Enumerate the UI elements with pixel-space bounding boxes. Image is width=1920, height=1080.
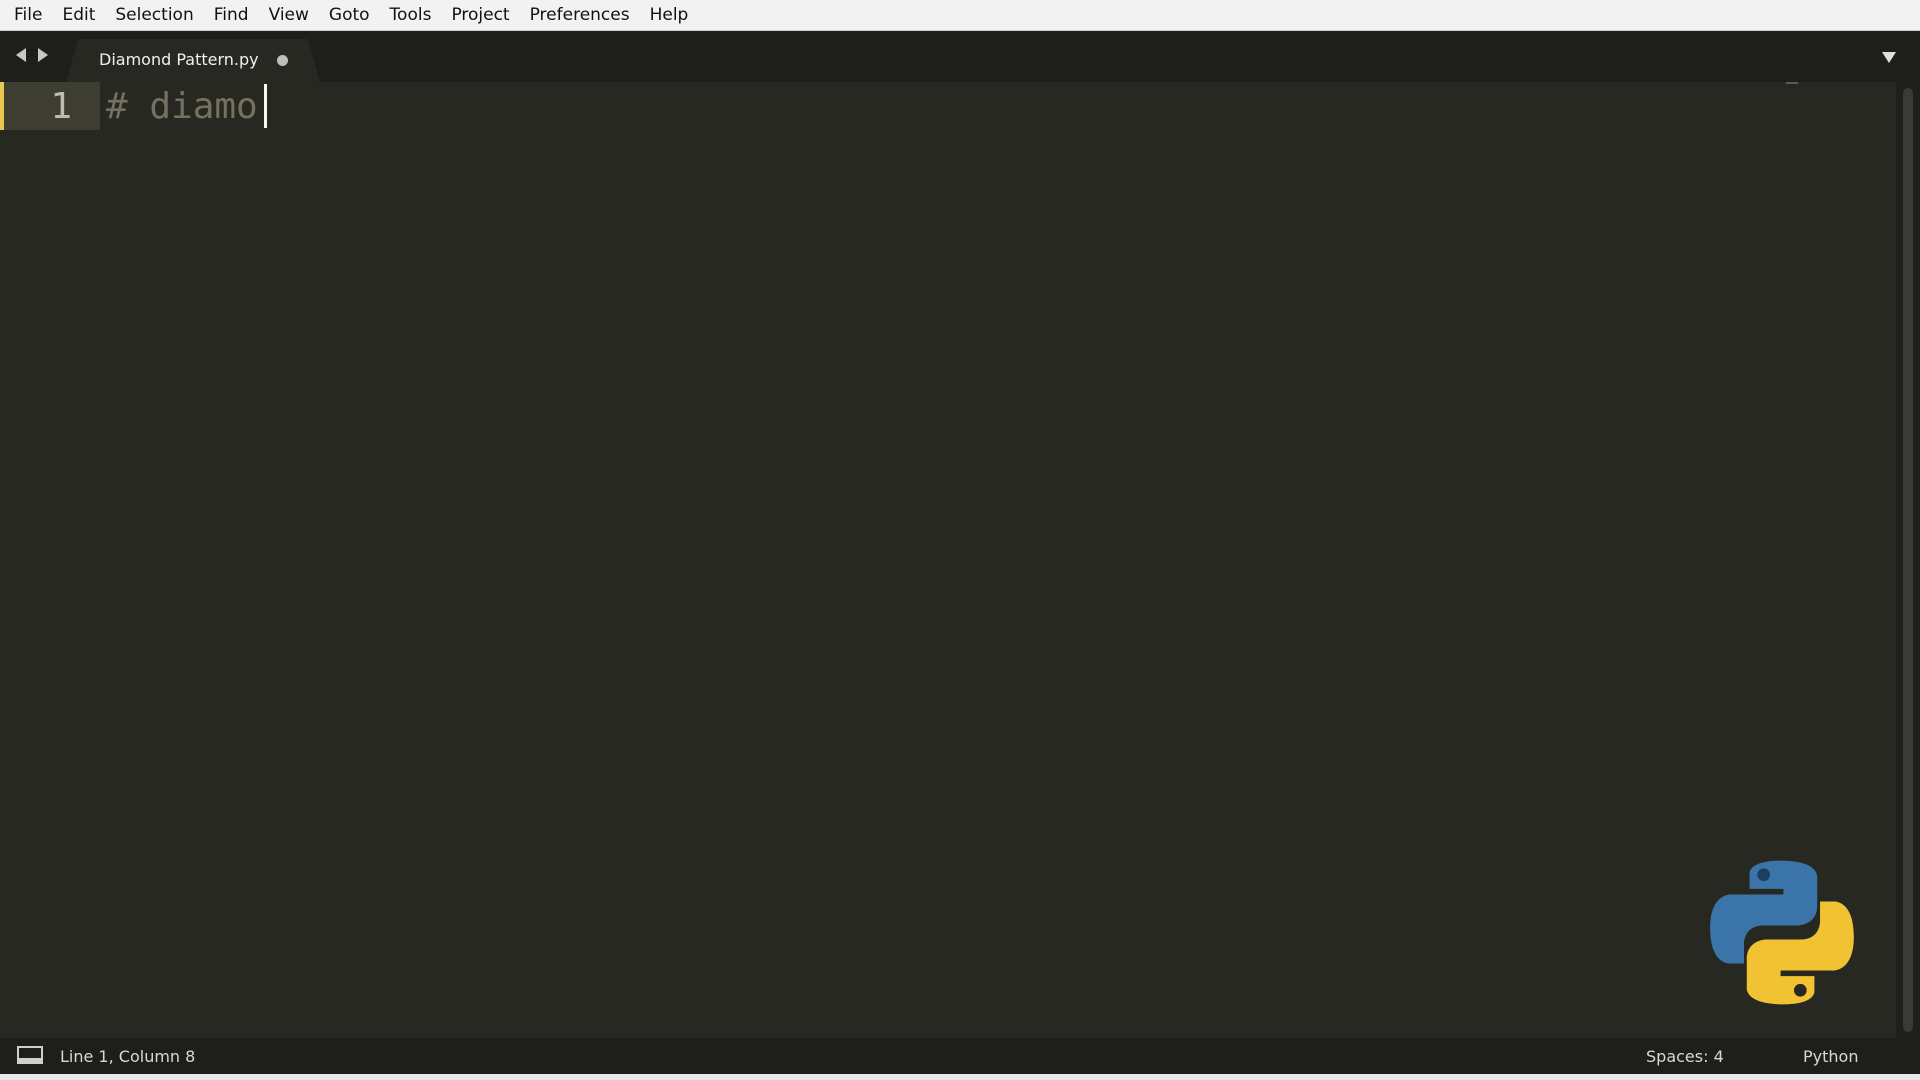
code-editor[interactable]: 1 # diamo bbox=[0, 82, 1896, 1038]
line-number: 1 bbox=[50, 86, 72, 127]
menu-tools[interactable]: Tools bbox=[380, 0, 442, 31]
status-bar: Line 1, Column 8 Spaces: 4 Python bbox=[0, 1038, 1920, 1074]
unsaved-dot-icon[interactable] bbox=[277, 55, 288, 66]
menu-preferences[interactable]: Preferences bbox=[520, 0, 640, 31]
menu-edit[interactable]: Edit bbox=[52, 0, 105, 31]
scrollbar-thumb[interactable] bbox=[1903, 88, 1913, 1032]
tab-label: Diamond Pattern.py bbox=[99, 50, 259, 69]
menu-project[interactable]: Project bbox=[441, 0, 519, 31]
minimap[interactable] bbox=[1786, 82, 1798, 84]
code-line[interactable]: # diamo bbox=[106, 86, 258, 128]
menu-help[interactable]: Help bbox=[640, 0, 699, 31]
text-cursor bbox=[264, 84, 267, 128]
menu-bar: File Edit Selection Find View Goto Tools… bbox=[0, 0, 1920, 31]
console-icon[interactable] bbox=[17, 1046, 43, 1066]
modified-line-marker bbox=[0, 82, 4, 130]
indentation-setting[interactable]: Spaces: 4 bbox=[1646, 1047, 1724, 1066]
menu-goto[interactable]: Goto bbox=[319, 0, 380, 31]
cursor-position[interactable]: Line 1, Column 8 bbox=[60, 1047, 195, 1066]
menu-view[interactable]: View bbox=[259, 0, 319, 31]
python-logo bbox=[1710, 860, 1854, 1005]
vertical-scrollbar[interactable] bbox=[1896, 82, 1920, 1038]
chevron-left-icon[interactable] bbox=[16, 48, 26, 62]
tab-bar: Diamond Pattern.py bbox=[0, 31, 1920, 82]
dropdown-arrow-icon[interactable] bbox=[1882, 52, 1896, 63]
chevron-right-icon[interactable] bbox=[38, 48, 48, 62]
menu-selection[interactable]: Selection bbox=[105, 0, 203, 31]
syntax-selector[interactable]: Python bbox=[1803, 1047, 1858, 1066]
menu-file[interactable]: File bbox=[4, 0, 52, 31]
tab-diamond-pattern[interactable]: Diamond Pattern.py bbox=[66, 39, 320, 82]
menu-find[interactable]: Find bbox=[204, 0, 259, 31]
window-bottom-edge bbox=[0, 1074, 1920, 1080]
